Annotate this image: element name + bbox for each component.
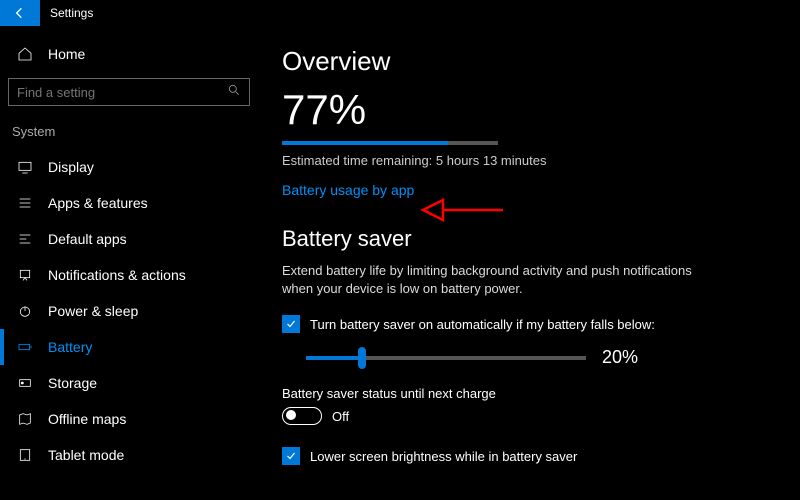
sidebar: Home System Display Apps & features Defa…: [0, 26, 258, 500]
tablet-icon: [16, 447, 34, 463]
sidebar-item-tablet-mode[interactable]: Tablet mode: [8, 437, 250, 473]
lower-brightness-row[interactable]: Lower screen brightness while in battery…: [282, 447, 780, 465]
sidebar-item-default-apps[interactable]: Default apps: [8, 221, 250, 257]
saver-toggle-state: Off: [332, 409, 349, 424]
arrow-left-icon: [12, 5, 28, 21]
sidebar-item-power[interactable]: Power & sleep: [8, 293, 250, 329]
battery-percent: 77%: [282, 89, 780, 131]
sidebar-item-label: Default apps: [48, 231, 127, 247]
search-input[interactable]: [17, 85, 197, 100]
search-icon: [227, 83, 241, 102]
list-icon: [16, 195, 34, 211]
sidebar-item-storage[interactable]: Storage: [8, 365, 250, 401]
sidebar-item-notifications[interactable]: Notifications & actions: [8, 257, 250, 293]
lower-brightness-checkbox[interactable]: [282, 447, 300, 465]
slider-thumb[interactable]: [358, 347, 366, 369]
check-icon: [285, 450, 297, 462]
window-title: Settings: [50, 6, 93, 20]
sidebar-item-offline-maps[interactable]: Offline maps: [8, 401, 250, 437]
saver-status-label: Battery saver status until next charge: [282, 386, 780, 401]
sidebar-item-label: Apps & features: [48, 195, 148, 211]
back-button[interactable]: [0, 0, 40, 26]
sidebar-item-label: Storage: [48, 375, 97, 391]
home-icon: [16, 46, 34, 62]
sidebar-home-label: Home: [48, 46, 85, 62]
storage-icon: [16, 375, 34, 391]
sidebar-item-label: Power & sleep: [48, 303, 138, 319]
map-icon: [16, 411, 34, 427]
monitor-icon: [16, 159, 34, 175]
battery-bar-fill: [282, 141, 448, 145]
battery-saver-desc: Extend battery life by limiting backgrou…: [282, 262, 702, 297]
defaults-icon: [16, 231, 34, 247]
battery-usage-link[interactable]: Battery usage by app: [282, 182, 780, 198]
auto-saver-checkbox[interactable]: [282, 315, 300, 333]
threshold-value: 20%: [602, 347, 638, 368]
sidebar-item-label: Notifications & actions: [48, 267, 186, 283]
sidebar-item-label: Tablet mode: [48, 447, 124, 463]
battery-saver-heading: Battery saver: [282, 226, 780, 252]
sidebar-item-display[interactable]: Display: [8, 149, 250, 185]
nav-list: Display Apps & features Default apps Not…: [8, 149, 250, 473]
estimated-time: Estimated time remaining: 5 hours 13 min…: [282, 153, 780, 168]
slider-fill: [306, 356, 362, 360]
sidebar-item-apps[interactable]: Apps & features: [8, 185, 250, 221]
notification-icon: [16, 267, 34, 283]
battery-icon: [16, 339, 34, 355]
power-icon: [16, 303, 34, 319]
battery-bar: [282, 141, 498, 145]
sidebar-item-label: Offline maps: [48, 411, 126, 427]
saver-toggle[interactable]: [282, 407, 322, 425]
sidebar-item-label: Display: [48, 159, 94, 175]
lower-brightness-label: Lower screen brightness while in battery…: [310, 449, 577, 464]
threshold-slider[interactable]: [306, 356, 586, 360]
auto-saver-row[interactable]: Turn battery saver on automatically if m…: [282, 315, 780, 333]
auto-saver-label: Turn battery saver on automatically if m…: [310, 317, 655, 332]
sidebar-home[interactable]: Home: [8, 38, 250, 70]
check-icon: [285, 318, 297, 330]
sidebar-item-battery[interactable]: Battery: [8, 329, 250, 365]
main-panel: Overview 77% Estimated time remaining: 5…: [258, 26, 800, 500]
sidebar-category: System: [8, 120, 250, 149]
sidebar-item-label: Battery: [48, 339, 92, 355]
overview-heading: Overview: [282, 46, 780, 77]
toggle-knob: [286, 410, 296, 420]
search-box[interactable]: [8, 78, 250, 106]
